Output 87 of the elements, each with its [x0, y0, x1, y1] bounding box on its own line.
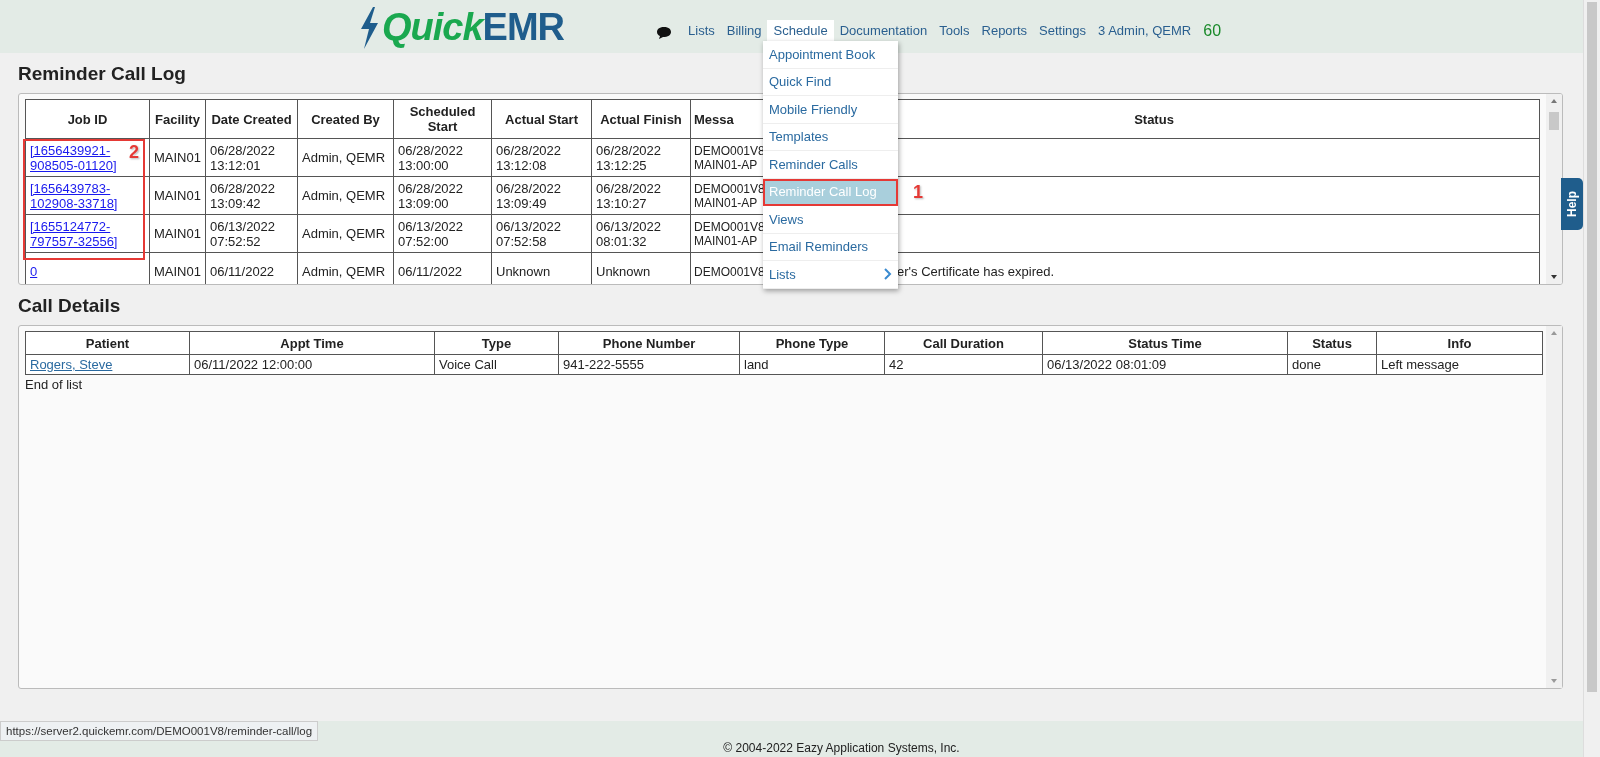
dropdown-menu-item[interactable]: Mobile Friendly [763, 96, 898, 124]
table-cell: 06/11/2022 12:00:00 [194, 357, 313, 372]
column-header: Phone Number [558, 331, 740, 355]
scrollbar-thumb[interactable] [1549, 112, 1559, 130]
table-cell: MAIN01 [154, 188, 201, 203]
table-cell: 06/28/2022 13:09:00 [398, 180, 464, 211]
table-cell: 06/13/2022 07:52:00 [398, 218, 464, 249]
dropdown-menu-item[interactable]: Quick Find [763, 68, 898, 96]
scrollbar-thumb[interactable] [1587, 2, 1597, 692]
nav-menu-item[interactable]: Billing [720, 20, 768, 42]
column-header: Call Duration [884, 331, 1043, 355]
dropdown-menu-item[interactable]: Templates [763, 123, 898, 151]
table-cell: 941-222-5555 [563, 357, 644, 372]
column-header: Facility [149, 99, 206, 139]
column-header: Info [1376, 331, 1543, 355]
table-cell: 06/28/2022 13:09:49 [496, 180, 562, 211]
table-cell: Admin, QEMR [302, 188, 386, 203]
table-cell: Unknown [496, 264, 551, 279]
table-cell: land [744, 357, 769, 372]
dropdown-menu-item[interactable]: Views [763, 206, 898, 234]
table-cell: DEMO001V8 MAIN01-AP [694, 219, 765, 248]
table-cell: DEMO001V8 [694, 264, 765, 279]
table-cell: 06/11/2022 [210, 264, 275, 279]
annotation-number: 2 [129, 142, 139, 163]
table-cell: 06/13/2022 07:52:58 [496, 218, 562, 249]
copyright-text: © 2004-2022 Eazy Application Systems, Inc. [723, 741, 960, 755]
chat-bubble-icon[interactable] [656, 26, 673, 40]
table-cell: MAIN01 [154, 264, 201, 279]
column-header: Created By [297, 99, 394, 139]
annotation-number: 1 [913, 181, 923, 203]
nav-menu-item[interactable]: Lists [682, 20, 721, 42]
status-url: https://server2.quickemr.com/DEMO001V8/reminder-call/log [0, 721, 319, 741]
table-cell: Voice Call [439, 357, 497, 372]
page-scrollbar[interactable] [1583, 0, 1600, 757]
nav-menu-item[interactable]: Settings [1033, 20, 1093, 42]
table-cell: Left message [1381, 357, 1460, 372]
table-cell: MAIN01 [154, 150, 201, 165]
column-header: Appt Time [189, 331, 435, 355]
column-header: Patient [25, 331, 190, 355]
table-cell: Unknown [596, 264, 651, 279]
end-of-list-text: End of list [25, 377, 83, 392]
table-cell: 06/28/2022 13:09:42 [210, 180, 276, 211]
lightning-bolt-icon [358, 6, 380, 49]
column-header: Status [1287, 331, 1377, 355]
table-cell: 06/28/2022 13:00:00 [398, 142, 464, 173]
column-header: Actual Start [491, 99, 592, 139]
table-cell: er's Certificate has expired. [897, 264, 1055, 279]
dropdown-menu-item[interactable]: Reminder Calls [763, 151, 898, 179]
nav-menu-item[interactable]: 3 Admin, QEMR [1092, 20, 1198, 42]
dropdown-menu-item[interactable]: Appointment Book [763, 41, 898, 69]
column-header: Date Created [205, 99, 298, 139]
table-cell: 06/28/2022 13:12:01 [210, 142, 276, 173]
logo-text: QuickEMR [382, 6, 565, 49]
scrollbar[interactable] [1546, 94, 1562, 284]
help-tab[interactable]: Help [1561, 178, 1583, 230]
table-cell: 06/13/2022 08:01:09 [1047, 357, 1167, 372]
scrollbar[interactable] [1546, 326, 1562, 688]
job-id-link[interactable]: [1656439921-908505-01120] [30, 142, 120, 173]
column-header: Status Time [1042, 331, 1288, 355]
column-header: Phone Type [739, 331, 885, 355]
table-cell: DEMO001V8 MAIN01-AP [694, 143, 765, 172]
column-header: Actual Finish [591, 99, 691, 139]
nav-menu-item[interactable]: Schedule [767, 20, 834, 42]
table-cell: 06/28/2022 13:12:25 [596, 142, 662, 173]
section-title: Reminder Call Log [18, 63, 186, 85]
table-cell: 06/28/2022 13:12:08 [496, 142, 562, 173]
table-cell: 06/11/2022 [398, 264, 463, 279]
table-cell: done [1292, 357, 1321, 372]
column-header: Scheduled Start [393, 99, 492, 139]
column-header: Job ID [25, 99, 150, 139]
table-cell: DEMO001V8 MAIN01-AP [694, 181, 765, 210]
counter: 60 [1203, 22, 1222, 40]
nav-menu-item[interactable]: Reports [975, 20, 1034, 42]
table-cell: Admin, QEMR [302, 226, 386, 241]
table-cell: MAIN01 [154, 226, 201, 241]
table-cell: 42 [889, 357, 904, 372]
dropdown-menu-item[interactable]: Email Reminders [763, 233, 898, 261]
table-cell: 06/13/2022 07:52:52 [210, 218, 276, 249]
nav-menu-item[interactable]: Documentation [833, 20, 934, 42]
table-cell: Admin, QEMR [302, 150, 386, 165]
table-cell: Admin, QEMR [302, 264, 386, 279]
nav-menu-item[interactable]: Tools [933, 20, 976, 42]
table-cell: 06/13/2022 08:01:32 [596, 218, 662, 249]
section-title: Call Details [18, 295, 121, 317]
column-header: Type [434, 331, 559, 355]
table-cell: 06/28/2022 13:10:27 [596, 180, 662, 211]
dropdown-menu-item[interactable]: Lists [763, 261, 898, 289]
